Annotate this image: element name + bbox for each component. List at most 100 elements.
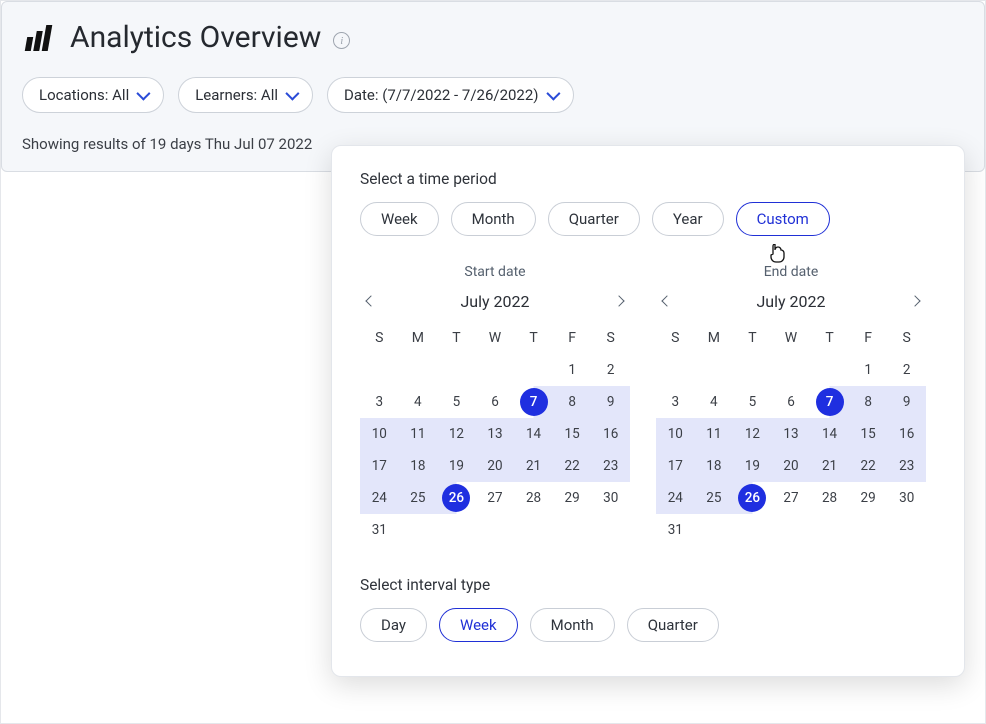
calendar-day[interactable]: 12 [437,418,476,450]
dow-row: SMTWTFS [360,322,630,354]
calendar-day[interactable]: 10 [360,418,399,450]
calendar-day[interactable]: 3 [360,386,399,418]
dow-cell: T [733,322,772,354]
calendar-day[interactable]: 20 [476,450,515,482]
calendar-day[interactable]: 6 [476,386,515,418]
calendar-day[interactable]: 31 [656,514,695,546]
calendar-day[interactable]: 5 [733,386,772,418]
calendar-day[interactable]: 21 [514,450,553,482]
locations-filter[interactable]: Locations: All [22,77,164,113]
calendar-day[interactable]: 24 [360,482,399,514]
calendar-day[interactable]: 10 [656,418,695,450]
calendar-day[interactable]: 4 [695,386,734,418]
calendar-day[interactable]: 7 [810,386,849,418]
calendar-day[interactable]: 17 [360,450,399,482]
dow-cell: F [849,322,888,354]
calendar-day[interactable]: 5 [437,386,476,418]
calendar-day [553,514,592,546]
calendar-day[interactable]: 7 [514,386,553,418]
calendar-day [437,354,476,386]
calendar-day[interactable]: 28 [514,482,553,514]
calendar-day[interactable]: 4 [399,386,438,418]
calendar-day[interactable]: 15 [849,418,888,450]
calendar-day [656,354,695,386]
interval-month[interactable]: Month [530,608,615,642]
calendar-day[interactable]: 6 [772,386,811,418]
calendar-day [399,354,438,386]
calendar-day[interactable]: 2 [591,354,630,386]
calendar-day [476,514,515,546]
calendar-day[interactable]: 15 [553,418,592,450]
date-filter[interactable]: Date: (7/7/2022 - 7/26/2022) [327,77,574,113]
calendar-day[interactable]: 9 [591,386,630,418]
next-month-button[interactable] [904,290,926,312]
calendar-day[interactable]: 19 [437,450,476,482]
calendar-day[interactable]: 16 [887,418,926,450]
calendar-day[interactable]: 29 [849,482,888,514]
period-year[interactable]: Year [652,202,724,236]
prev-month-button[interactable] [656,290,678,312]
calendar-day[interactable]: 1 [553,354,592,386]
chevron-right-icon [613,295,624,306]
calendar-day[interactable]: 30 [591,482,630,514]
calendar-day [733,354,772,386]
interval-day[interactable]: Day [360,608,427,642]
calendar-day[interactable]: 3 [656,386,695,418]
calendar-day[interactable]: 24 [656,482,695,514]
week-row: 10111213141516 [656,418,926,450]
week-row: 24252627282930 [656,482,926,514]
period-custom[interactable]: Custom [736,202,830,236]
calendar-day[interactable]: 25 [399,482,438,514]
calendar-day[interactable]: 11 [695,418,734,450]
calendar-day[interactable]: 18 [695,450,734,482]
period-week[interactable]: Week [360,202,439,236]
chevron-down-icon [137,87,151,101]
calendar-day[interactable]: 2 [887,354,926,386]
calendar-day[interactable]: 14 [514,418,553,450]
calendar-day[interactable]: 8 [553,386,592,418]
learners-filter[interactable]: Learners: All [178,77,313,113]
period-quarter[interactable]: Quarter [548,202,640,236]
date-range-popover: Select a time period Week Month Quarter … [331,145,965,677]
next-month-button[interactable] [608,290,630,312]
calendar-day[interactable]: 1 [849,354,888,386]
calendar-day[interactable]: 9 [887,386,926,418]
period-month[interactable]: Month [451,202,536,236]
calendar-day[interactable]: 12 [733,418,772,450]
calendars: Start date July 2022 SMTWTFS 12345678910… [360,264,936,546]
calendar-day [772,354,811,386]
calendar-day[interactable]: 26 [437,482,476,514]
period-options: Week Month Quarter Year Custom [360,202,936,236]
calendar-day[interactable]: 22 [849,450,888,482]
calendar-day[interactable]: 19 [733,450,772,482]
calendar-day[interactable]: 27 [772,482,811,514]
calendar-day[interactable]: 13 [476,418,515,450]
calendar-day[interactable]: 31 [360,514,399,546]
calendar-day[interactable]: 23 [887,450,926,482]
calendar-day[interactable]: 11 [399,418,438,450]
interval-week[interactable]: Week [439,608,518,642]
calendar-day[interactable]: 26 [733,482,772,514]
calendar-day[interactable]: 25 [695,482,734,514]
interval-quarter[interactable]: Quarter [627,608,719,642]
calendar-day[interactable]: 22 [553,450,592,482]
calendar-day[interactable]: 14 [810,418,849,450]
chevron-left-icon [661,295,672,306]
calendar-day[interactable]: 23 [591,450,630,482]
info-icon[interactable]: i [333,32,350,49]
calendar-day[interactable]: 28 [810,482,849,514]
calendar-day[interactable]: 13 [772,418,811,450]
calendar-day[interactable]: 27 [476,482,515,514]
calendar-day[interactable]: 18 [399,450,438,482]
week-row: 31 [360,514,630,546]
calendar-day[interactable]: 21 [810,450,849,482]
calendar-day[interactable]: 20 [772,450,811,482]
calendar-day[interactable]: 16 [591,418,630,450]
calendar-day[interactable]: 29 [553,482,592,514]
calendar-day[interactable]: 8 [849,386,888,418]
prev-month-button[interactable] [360,290,382,312]
calendar-day[interactable]: 30 [887,482,926,514]
calendar-day[interactable]: 17 [656,450,695,482]
calendar-day [514,514,553,546]
date-filter-label: Date: (7/7/2022 - 7/26/2022) [344,86,539,104]
